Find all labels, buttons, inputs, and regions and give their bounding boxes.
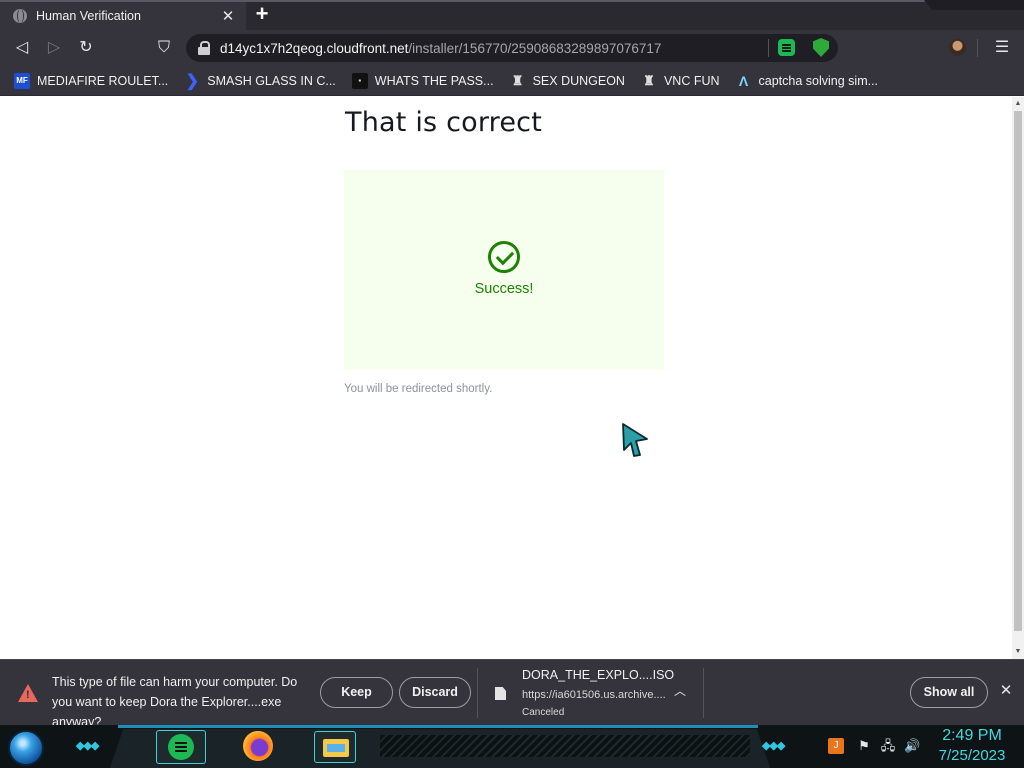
bookmark-captcha-solving[interactable]: Λ captcha solving sim...: [730, 69, 885, 93]
clock-time[interactable]: 2:49 PM: [932, 727, 1012, 745]
taskbar-glow: [118, 725, 758, 728]
download-warning-text: This type of file can harm your computer…: [52, 675, 298, 729]
file-explorer-taskbar-icon[interactable]: [314, 731, 356, 763]
scroll-down-arrow-icon[interactable]: ▼: [1014, 648, 1022, 656]
discard-button[interactable]: Discard: [399, 677, 471, 708]
extension-separator: [768, 39, 769, 57]
forward-button[interactable]: ▷: [44, 38, 64, 58]
chevron-up-icon[interactable]: ︿: [673, 682, 687, 698]
shelf-separator: [703, 668, 704, 718]
success-panel: Success!: [344, 170, 664, 370]
bookmark-label: SMASH GLASS IN C...: [207, 73, 336, 88]
globe-icon: [13, 9, 27, 23]
dungeon-icon: ♜: [511, 72, 524, 88]
profile-avatar[interactable]: [949, 39, 966, 56]
bookmarks-bar: MF MEDIAFIRE ROULET... ❯ SMASH GLASS IN …: [0, 66, 1024, 96]
vnc-icon: ♜: [643, 72, 655, 88]
bookmark-mediafire[interactable]: MF MEDIAFIRE ROULET...: [8, 69, 174, 93]
bookmark-label: SEX DUNGEON: [532, 73, 625, 88]
firefox-taskbar-icon[interactable]: [243, 731, 273, 761]
chevron-deco-icon: ◆◆◆: [76, 740, 99, 752]
download-status: Canceled: [522, 707, 565, 718]
start-button[interactable]: [8, 730, 44, 766]
captcha-icon: Λ: [738, 72, 749, 89]
spotify-taskbar-icon[interactable]: [156, 730, 206, 764]
show-all-button[interactable]: Show all: [910, 677, 988, 708]
toolbar-separator: [977, 39, 978, 57]
page-title: That is correct: [345, 107, 543, 138]
download-file-name: DORA_THE_EXPLO....ISO: [522, 668, 675, 682]
window-frame-decoration: [924, 0, 1024, 10]
chevron-deco-icon: ◆◆◆: [762, 740, 785, 752]
close-shelf-icon[interactable]: ✕: [997, 682, 1015, 700]
notes-extension-icon[interactable]: [778, 39, 795, 56]
bookmark-label: VNC FUN: [663, 73, 720, 88]
bookmark-smash-glass[interactable]: ❯ SMASH GLASS IN C...: [178, 69, 342, 93]
back-button[interactable]: ◁: [12, 38, 32, 58]
download-shelf: This type of file can harm your computer…: [0, 659, 1024, 729]
page-content: That is correct Success! You will be red…: [0, 97, 1012, 659]
bookmark-label: captcha solving sim...: [758, 73, 879, 88]
bookmark-dungeon[interactable]: ♜ SEX DUNGEON: [504, 69, 631, 93]
redirect-notice: You will be redirected shortly.: [344, 383, 493, 395]
warning-icon: [18, 684, 38, 702]
browser-menu-button[interactable]: ☰: [994, 38, 1010, 58]
keep-button[interactable]: Keep: [320, 677, 393, 708]
reload-button[interactable]: ↻: [76, 38, 96, 58]
tab-close-icon[interactable]: ✕: [220, 7, 236, 25]
browser-toolbar: ◁ ▷ ↻ ⛉ d14yc1x7h2qeog.cloudfront.net/in…: [0, 30, 1024, 66]
download-file-url: https://ia601506.us.archive....: [522, 689, 666, 701]
scrollbar-thumb[interactable]: [1014, 111, 1022, 631]
tab-strip: Human Verification ✕ +: [0, 0, 1024, 30]
clock-date[interactable]: 7/25/2023: [932, 747, 1012, 764]
flag-tray-icon[interactable]: ⚑: [856, 738, 872, 754]
taskbar: ◆◆◆ ◆◆◆ J ⚑ 🖧 🔊 2:49 PM 7/25/2023: [0, 725, 1024, 768]
network-tray-icon[interactable]: 🖧: [880, 738, 896, 754]
bookmark-page-button[interactable]: ⛉: [154, 38, 174, 58]
success-message: Success!: [474, 281, 534, 297]
address-bar[interactable]: d14yc1x7h2qeog.cloudfront.net/installer/…: [186, 34, 838, 62]
screen: Human Verification ✕ + ◁ ▷ ↻ ⛉ d14yc1x7h…: [0, 0, 1024, 768]
bookmark-label: WHATS THE PASS...: [374, 73, 494, 88]
tab-title: Human Verification: [36, 9, 141, 23]
shelf-separator: [477, 668, 478, 718]
page-scrollbar[interactable]: ▲ ▼: [1012, 97, 1024, 659]
scroll-up-arrow-icon[interactable]: ▲: [1014, 100, 1022, 108]
mediafire-icon: MF: [14, 72, 30, 89]
password-icon: ▪: [351, 72, 368, 89]
mouse-cursor-icon: [622, 423, 648, 457]
bookmark-whats-the-pass[interactable]: ▪ WHATS THE PASS...: [346, 69, 500, 93]
bookmark-vnc-fun[interactable]: ♜ VNC FUN: [635, 69, 726, 93]
volume-tray-icon[interactable]: 🔊: [904, 738, 920, 754]
url-path: /installer/156770/2590868328989707671​7: [408, 40, 662, 56]
bookmark-label: MEDIAFIRE ROULET...: [37, 73, 169, 88]
lock-icon[interactable]: [198, 41, 210, 55]
taskbar-decoration: [380, 735, 750, 757]
url-host: d14yc1x7h2qeog.cloudfront.net: [220, 40, 409, 56]
check-circle-icon: [488, 241, 520, 273]
smash-icon: ❯: [185, 72, 199, 90]
java-tray-icon[interactable]: J: [828, 738, 844, 754]
tab-human-verification[interactable]: Human Verification ✕: [0, 2, 246, 30]
url-text[interactable]: d14yc1x7h2qeog.cloudfront.net/installer/…: [220, 41, 661, 56]
file-icon: [495, 687, 506, 700]
new-tab-button[interactable]: +: [252, 3, 272, 25]
